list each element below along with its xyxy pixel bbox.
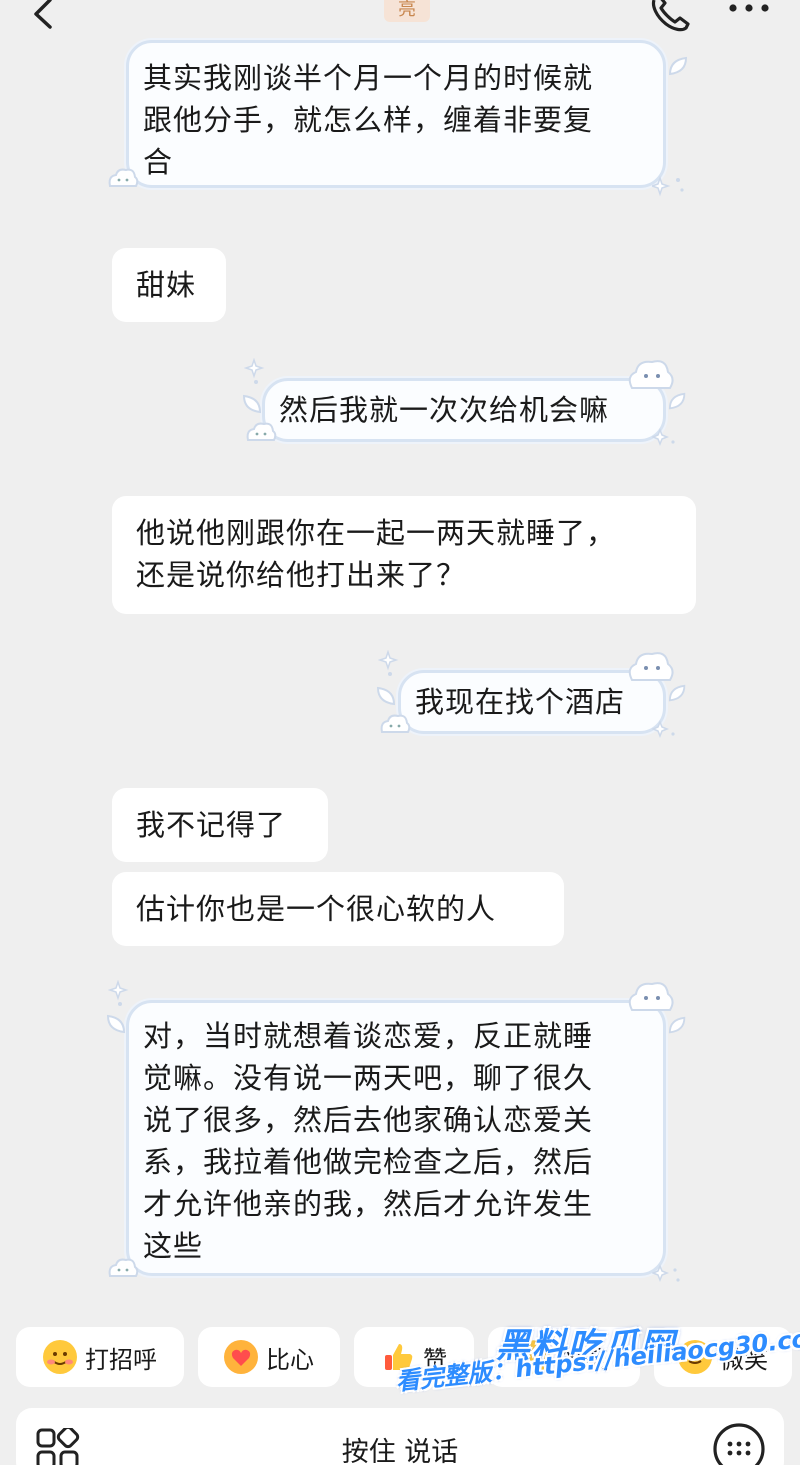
wave-emoji-icon [43,1340,77,1374]
message-text-line: 这些 [143,1229,204,1263]
message-text-line: 跟他分手，就怎么样，缠着非要复 [143,103,594,137]
message-text-line: 他说他刚跟你在一起一两天就睡了， [136,516,617,550]
star-decoration-icon [378,650,399,676]
hold-to-talk-button[interactable]: 按住 说话 [16,1430,784,1465]
message-text-line: 说了很多，然后去他家确认恋爱关 [143,1103,594,1137]
contact-name: 亮 [384,0,430,22]
message-text-line: 觉嘛。没有说一两天吧，聊了很久 [143,1061,594,1095]
message-bubble-received: 甜妹 [112,248,226,322]
leaf-decoration-icon [106,1014,126,1034]
leaf-decoration-icon [668,684,686,702]
message-text-line: 还是说你给他打出来了？ [136,558,467,592]
message-text-line: 其实我刚谈半个月一个月的时候就 [143,61,594,95]
quick-reply-label: 微笑 [720,1345,768,1374]
message-text-line: 甜妹 [136,268,197,302]
back-arrow-icon[interactable] [28,0,68,30]
leaf-decoration-icon [376,686,396,706]
more-icon[interactable] [726,0,772,20]
quick-reply-chip[interactable]: 笑笑 [488,1327,640,1387]
leaf-decoration-icon [242,394,262,414]
quick-reply-chip[interactable]: 赞 [354,1327,474,1387]
quick-reply-chip[interactable]: 微笑 [654,1327,792,1387]
message-text-line: 我现在找个酒店 [415,685,626,719]
quick-reply-chip[interactable]: 比心 [198,1327,340,1387]
star-decoration-icon [244,358,265,384]
smile-emoji-icon [678,1340,712,1374]
message-bubble-sent: 对，当时就想着谈恋爱，反正就睡 觉嘛。没有说一两天吧，聊了很久 说了很多，然后去… [126,1000,666,1276]
thumbs-up-emoji-icon [381,1340,415,1374]
message-text-line: 我不记得了 [136,808,287,842]
leaf-decoration-icon [668,392,686,410]
quick-reply-label: 笑笑 [561,1345,609,1374]
message-bubble-received: 估计你也是一个很心软的人 [112,872,564,946]
message-text-line: 然后我就一次次给机会嘛 [279,393,610,427]
message-bubble-received: 我不记得了 [112,788,328,862]
message-bubble-sent: 其实我刚谈半个月一个月的时候就 跟他分手，就怎么样，缠着非要复 合 [126,40,666,188]
message-bubble-sent: 我现在找个酒店 [398,670,666,734]
quick-reply-label: 赞 [423,1345,447,1374]
quick-reply-chip[interactable]: 打招呼 [16,1327,184,1387]
message-text-line: 合 [143,145,174,179]
keyboard-icon[interactable] [712,1422,766,1465]
message-text-line: 对，当时就想着谈恋爱，反正就睡 [143,1019,594,1053]
message-text-line: 估计你也是一个很心软的人 [136,892,497,926]
message-text-line: 才允许他亲的我，然后才允许发生 [143,1187,594,1221]
message-text-line: 系，我拉着他做完检查之后，然后 [143,1145,594,1179]
star-decoration-icon [108,980,129,1006]
quick-reply-bar: 打招呼 比心 赞 笑笑 微笑 [0,1327,800,1389]
message-bubble-sent: 然后我就一次次给机会嘛 [262,378,666,442]
leaf-decoration-icon [668,56,688,76]
input-bar: 按住 说话 [16,1408,784,1465]
smile-emoji-icon [519,1340,553,1374]
heart-hands-emoji-icon [224,1340,258,1374]
leaf-decoration-icon [668,1016,686,1034]
quick-reply-label: 打招呼 [85,1345,157,1374]
phone-icon[interactable] [648,0,692,32]
quick-reply-label: 比心 [266,1345,314,1374]
message-bubble-received: 他说他刚跟你在一起一两天就睡了， 还是说你给他打出来了？ [112,496,696,614]
